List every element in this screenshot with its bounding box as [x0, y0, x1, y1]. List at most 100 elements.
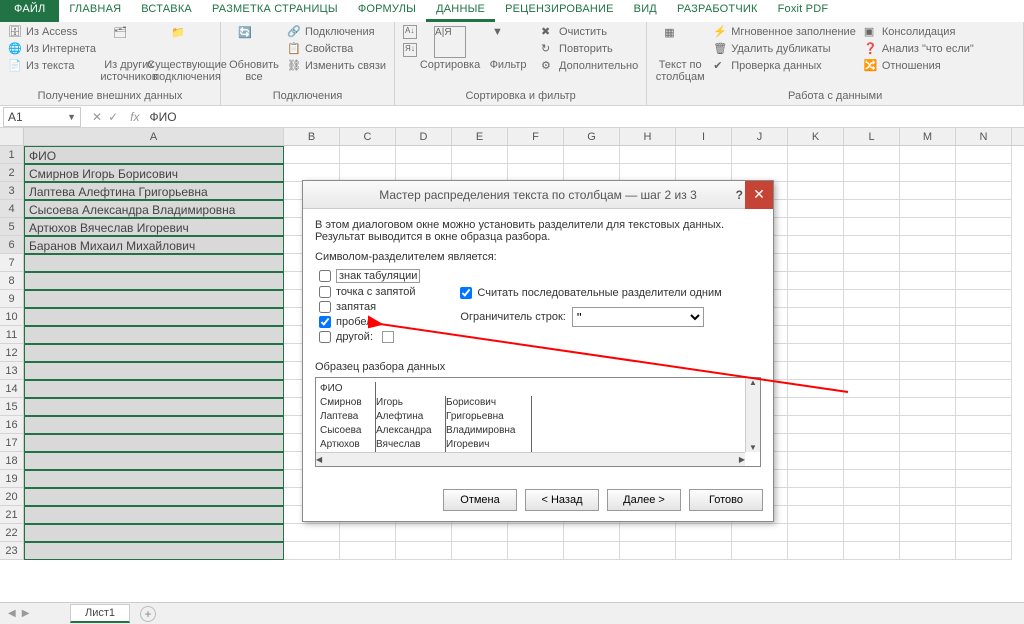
- btn-consolidate[interactable]: ▣Консолидация: [862, 24, 976, 40]
- cell[interactable]: [788, 326, 844, 344]
- cell[interactable]: [900, 344, 956, 362]
- col-F[interactable]: F: [508, 128, 564, 145]
- cell[interactable]: [24, 434, 284, 452]
- tab-home[interactable]: ГЛАВНАЯ: [59, 0, 131, 22]
- tab-formulas[interactable]: ФОРМУЛЫ: [348, 0, 426, 22]
- cell[interactable]: [900, 254, 956, 272]
- cell[interactable]: [24, 362, 284, 380]
- cell[interactable]: [564, 542, 620, 560]
- formula-value[interactable]: ФИО: [143, 110, 176, 124]
- cell[interactable]: [340, 524, 396, 542]
- cell[interactable]: [844, 182, 900, 200]
- cell[interactable]: [900, 434, 956, 452]
- cell[interactable]: [844, 236, 900, 254]
- btn-sort[interactable]: А|ЯСортировка: [423, 24, 477, 73]
- row-header[interactable]: 13: [0, 362, 24, 380]
- cell[interactable]: [900, 452, 956, 470]
- cell[interactable]: [900, 542, 956, 560]
- cell[interactable]: [788, 398, 844, 416]
- cell[interactable]: [844, 452, 900, 470]
- cell[interactable]: [24, 506, 284, 524]
- cell[interactable]: [788, 470, 844, 488]
- cell[interactable]: [900, 218, 956, 236]
- btn-from-web[interactable]: 🌐Из Интернета: [6, 41, 98, 57]
- cell[interactable]: [284, 524, 340, 542]
- cell[interactable]: [900, 272, 956, 290]
- cell[interactable]: [956, 380, 1012, 398]
- cell[interactable]: ФИО: [24, 146, 284, 164]
- cell[interactable]: [844, 218, 900, 236]
- cell[interactable]: [24, 542, 284, 560]
- row-header[interactable]: 6: [0, 236, 24, 254]
- col-E[interactable]: E: [452, 128, 508, 145]
- cell[interactable]: [788, 218, 844, 236]
- cell[interactable]: [956, 218, 1012, 236]
- cell[interactable]: Баранов Михаил Михайлович: [24, 236, 284, 254]
- tab-file[interactable]: ФАЙЛ: [0, 0, 59, 22]
- cell[interactable]: [788, 254, 844, 272]
- preview-hscroll[interactable]: ◀▶: [316, 452, 745, 466]
- cell[interactable]: [844, 146, 900, 164]
- cell[interactable]: [956, 164, 1012, 182]
- cell[interactable]: [956, 542, 1012, 560]
- cell[interactable]: [956, 236, 1012, 254]
- cancel-button[interactable]: Отмена: [443, 489, 517, 511]
- cancel-icon[interactable]: ✕: [92, 110, 102, 124]
- cell[interactable]: [24, 470, 284, 488]
- cell[interactable]: [900, 146, 956, 164]
- row-header[interactable]: 9: [0, 290, 24, 308]
- chevron-down-icon[interactable]: ▼: [67, 112, 76, 122]
- btn-filter[interactable]: ▼Фильтр: [481, 24, 535, 73]
- tab-insert[interactable]: ВСТАВКА: [131, 0, 202, 22]
- chk-consecutive[interactable]: Считать последовательные разделители одн…: [460, 287, 761, 299]
- cell[interactable]: [844, 362, 900, 380]
- btn-existing-conn[interactable]: 📁Существующие подключения: [160, 24, 214, 85]
- cell[interactable]: [788, 182, 844, 200]
- cell[interactable]: [788, 452, 844, 470]
- cell[interactable]: [788, 434, 844, 452]
- cell[interactable]: [24, 290, 284, 308]
- cell[interactable]: [844, 254, 900, 272]
- btn-refresh-all[interactable]: 🔄Обновить все: [227, 24, 281, 85]
- row-header[interactable]: 8: [0, 272, 24, 290]
- cell[interactable]: [956, 254, 1012, 272]
- cell[interactable]: [844, 380, 900, 398]
- cell[interactable]: [900, 290, 956, 308]
- tab-view[interactable]: ВИД: [624, 0, 667, 22]
- cell[interactable]: [956, 146, 1012, 164]
- cell[interactable]: [508, 146, 564, 164]
- cell[interactable]: [564, 524, 620, 542]
- cell[interactable]: [788, 290, 844, 308]
- cell[interactable]: [900, 470, 956, 488]
- cell[interactable]: Сысоева Александра Владимировна: [24, 200, 284, 218]
- cell[interactable]: [24, 344, 284, 362]
- cell[interactable]: [844, 308, 900, 326]
- btn-whatif[interactable]: ❓Анализ "что если": [862, 41, 976, 57]
- cell[interactable]: [508, 524, 564, 542]
- cell[interactable]: [900, 182, 956, 200]
- finish-button[interactable]: Готово: [689, 489, 763, 511]
- btn-reapply[interactable]: ↻Повторить: [539, 41, 640, 57]
- col-B[interactable]: B: [284, 128, 340, 145]
- cell[interactable]: [24, 488, 284, 506]
- cell[interactable]: [956, 308, 1012, 326]
- chk-other[interactable]: другой:: [319, 331, 420, 343]
- row-header[interactable]: 21: [0, 506, 24, 524]
- row-header[interactable]: 20: [0, 488, 24, 506]
- cell[interactable]: [284, 542, 340, 560]
- btn-text-to-columns[interactable]: ▦Текст по столбцам: [653, 24, 707, 85]
- cell[interactable]: Лаптева Алефтина Григорьевна: [24, 182, 284, 200]
- btn-sort-az[interactable]: А↓: [401, 24, 419, 40]
- cell[interactable]: [956, 182, 1012, 200]
- chk-space[interactable]: пробел: [319, 316, 420, 328]
- col-L[interactable]: L: [844, 128, 900, 145]
- cell[interactable]: [788, 524, 844, 542]
- name-box[interactable]: A1▼: [3, 107, 81, 127]
- col-M[interactable]: M: [900, 128, 956, 145]
- btn-edit-links[interactable]: ⛓Изменить связи: [285, 58, 388, 74]
- cell[interactable]: [788, 308, 844, 326]
- cell[interactable]: [844, 326, 900, 344]
- cell[interactable]: [956, 470, 1012, 488]
- cell[interactable]: [24, 524, 284, 542]
- cell[interactable]: [676, 146, 732, 164]
